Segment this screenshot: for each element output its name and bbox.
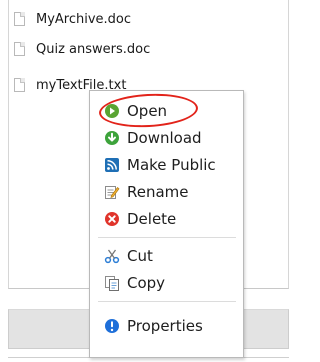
file-name: MyArchive.doc — [36, 11, 132, 27]
menu-item-download[interactable]: Download — [90, 126, 243, 150]
document-icon — [14, 42, 25, 56]
file-row-quiz-answers[interactable]: Quiz answers.doc — [14, 38, 274, 60]
cut-icon — [104, 248, 120, 264]
make-public-icon — [104, 157, 120, 173]
menu-separator — [98, 237, 236, 238]
menu-item-properties[interactable]: Properties — [90, 314, 243, 338]
menu-item-label: Make Public — [127, 156, 216, 174]
menu-item-label: Cut — [127, 247, 153, 265]
document-icon — [14, 12, 25, 26]
menu-item-rename[interactable]: Rename — [90, 180, 243, 204]
context-menu: Open Download Make Public Rename Delete … — [89, 90, 244, 358]
menu-separator — [98, 301, 236, 302]
menu-item-label: Rename — [127, 183, 189, 201]
copy-icon — [104, 275, 120, 291]
menu-item-copy[interactable]: Copy — [90, 271, 243, 295]
menu-item-label: Delete — [127, 210, 177, 228]
download-icon — [104, 130, 120, 146]
properties-icon — [104, 318, 120, 334]
menu-item-label: Copy — [127, 274, 166, 292]
menu-item-label: Download — [127, 129, 202, 147]
open-icon — [104, 103, 120, 119]
file-row-myarchive[interactable]: MyArchive.doc — [14, 8, 274, 30]
menu-item-open[interactable]: Open — [90, 99, 243, 123]
menu-item-cut[interactable]: Cut — [90, 244, 243, 268]
menu-item-make-public[interactable]: Make Public — [90, 153, 243, 177]
menu-item-label: Properties — [127, 317, 203, 335]
menu-item-delete[interactable]: Delete — [90, 207, 243, 231]
delete-icon — [104, 211, 120, 227]
rename-icon — [104, 184, 120, 200]
file-name: Quiz answers.doc — [36, 41, 151, 57]
document-icon — [14, 78, 25, 92]
menu-item-label: Open — [127, 102, 168, 120]
